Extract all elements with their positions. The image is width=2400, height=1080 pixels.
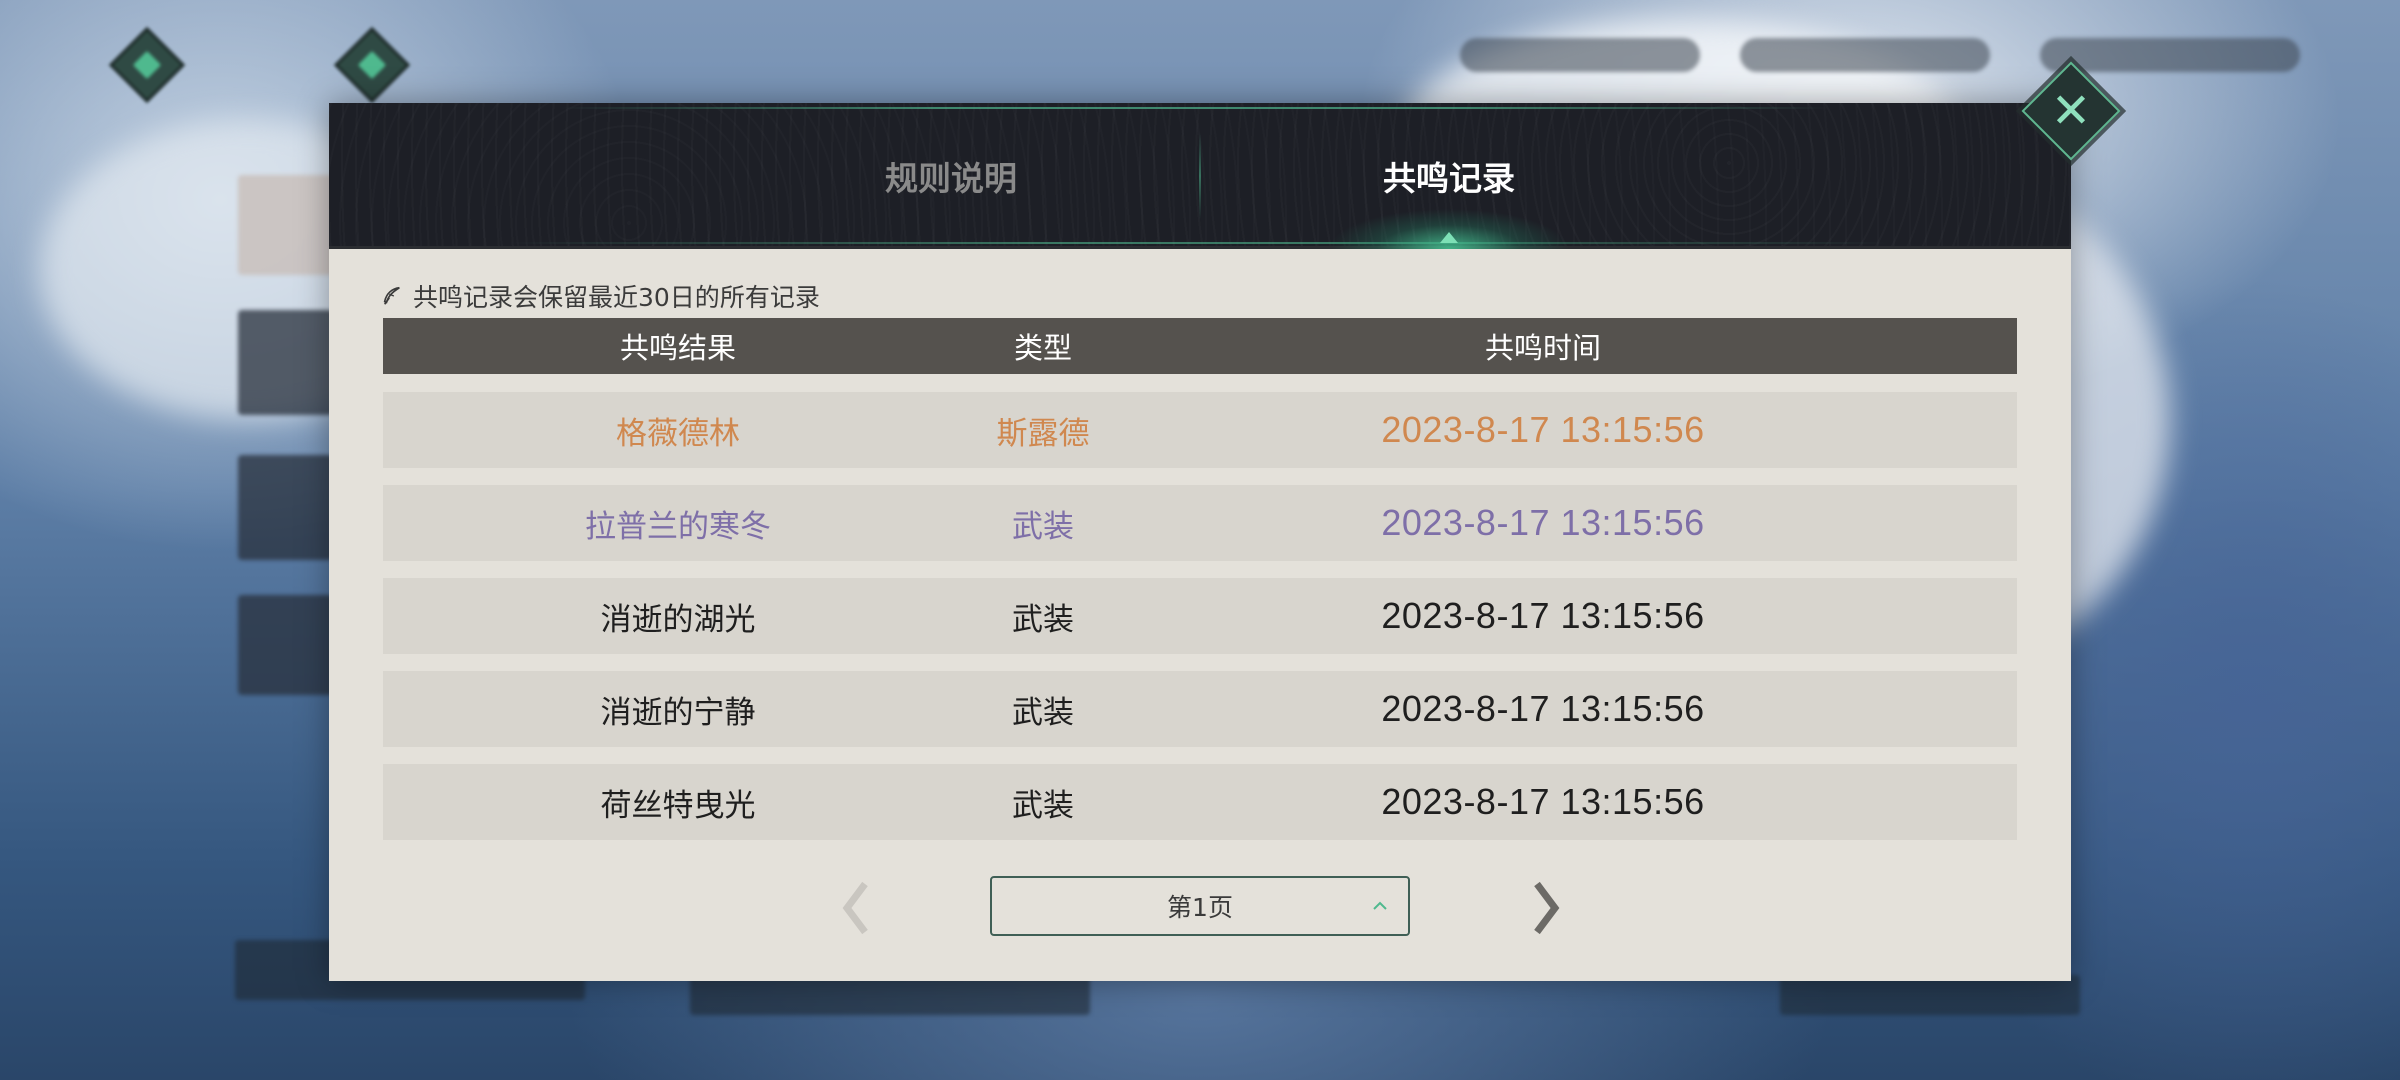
row-time: 2023-8-17 13:15:56 <box>1381 595 1705 636</box>
table-row: 消逝的湖光 武装 2023-8-17 13:15:56 <box>383 578 2017 654</box>
row-type: 斯露德 <box>996 415 1090 452</box>
next-page-button[interactable] <box>1525 878 1565 938</box>
tab-rules[interactable]: 规则说明 <box>741 103 1161 249</box>
active-tab-indicator <box>1440 232 1458 243</box>
row-type: 武装 <box>1012 787 1074 824</box>
table-row: 消逝的宁静 武装 2023-8-17 13:15:56 <box>383 671 2017 747</box>
resonance-record-dialog: 规则说明 共鸣记录 共鸣记录会保留最近30日的所有记录 共鸣结果 类型 共鸣时间… <box>329 103 2071 981</box>
row-type: 武装 <box>1012 694 1074 731</box>
column-header-result: 共鸣结果 <box>619 331 736 365</box>
header-bottom-line <box>509 242 1889 244</box>
table-row: 荷丝特曳光 武装 2023-8-17 13:15:56 <box>383 764 2017 840</box>
row-result: 荷丝特曳光 <box>600 787 756 824</box>
row-type: 武装 <box>1012 508 1074 545</box>
feather-icon <box>383 286 400 305</box>
row-type: 武装 <box>1012 601 1074 638</box>
tab-divider <box>1199 133 1201 219</box>
row-time: 2023-8-17 13:15:56 <box>1381 781 1705 822</box>
chevron-left-icon <box>842 881 868 935</box>
row-time: 2023-8-17 13:15:56 <box>1381 502 1705 543</box>
column-header-time: 共鸣时间 <box>1484 331 1601 365</box>
chevron-up-icon <box>1373 901 1387 910</box>
table-header: 共鸣结果 类型 共鸣时间 <box>383 318 2017 374</box>
retention-note: 共鸣记录会保留最近30日的所有记录 <box>381 279 820 313</box>
chevron-right-icon <box>1534 881 1560 935</box>
previous-page-button[interactable] <box>837 878 877 938</box>
row-time: 2023-8-17 13:15:56 <box>1381 409 1705 450</box>
close-icon: ✕ <box>2050 83 2092 139</box>
retention-note-text: 共鸣记录会保留最近30日的所有记录 <box>413 283 820 312</box>
dialog-header: 规则说明 共鸣记录 <box>329 103 2071 249</box>
row-result: 拉普兰的寒冬 <box>585 508 771 545</box>
row-result: 消逝的湖光 <box>600 601 756 638</box>
page-select-value: 第1页 <box>1167 893 1233 922</box>
column-header-type: 类型 <box>1013 331 1072 365</box>
table-row: 格薇德林 斯露德 2023-8-17 13:15:56 <box>383 392 2017 468</box>
tab-records[interactable]: 共鸣记录 <box>1239 103 1659 249</box>
row-time: 2023-8-17 13:15:56 <box>1381 688 1705 729</box>
page-select[interactable]: 第1页 <box>990 876 1410 936</box>
row-result: 消逝的宁静 <box>600 694 756 731</box>
table-row: 拉普兰的寒冬 武装 2023-8-17 13:15:56 <box>383 485 2017 561</box>
row-result: 格薇德林 <box>616 415 740 452</box>
